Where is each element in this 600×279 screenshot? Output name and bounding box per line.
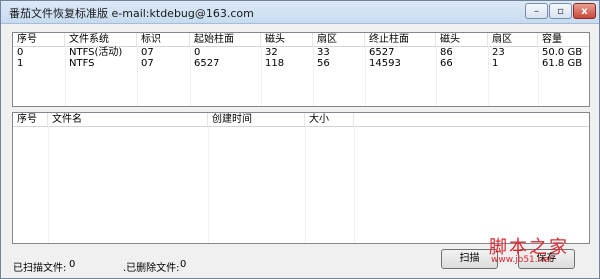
cell-start-sector: 33	[317, 47, 330, 58]
cell-start-cylinder: 0	[194, 47, 201, 58]
file-list[interactable]: 序号 文件名 创建时间 大小	[12, 112, 590, 244]
maximize-button[interactable]: ▫	[549, 3, 572, 19]
close-button[interactable]: x	[573, 3, 596, 19]
col-file-index[interactable]: 序号	[13, 113, 48, 126]
cell-filesystem: NTFS	[69, 58, 95, 69]
grid-line	[48, 126, 49, 243]
cell-end-sector: 1	[492, 58, 499, 69]
cell-capacity: 50.0 GB	[542, 47, 583, 58]
deleted-files-count: 0	[180, 259, 187, 270]
cell-end-head: 86	[440, 47, 453, 58]
title-bar: 番茄文件恢复标准版 e-mail:ktdebug@163.com – ▫ x	[1, 1, 599, 24]
col-end-head[interactable]: 磁头	[436, 33, 488, 46]
cell-index: 0	[17, 47, 24, 58]
col-end-sector[interactable]: 扇区	[488, 33, 538, 46]
app-window: 番茄文件恢复标准版 e-mail:ktdebug@163.com – ▫ x 序…	[0, 0, 600, 279]
minimize-button[interactable]: –	[525, 3, 548, 19]
col-file-name[interactable]: 文件名	[48, 113, 208, 126]
partition-row[interactable]: 0 NTFS(活动) 07 0 32 33 6527 86 23 50.0 GB	[13, 47, 589, 58]
cell-end-cylinder: 6527	[369, 47, 395, 58]
cell-filesystem: NTFS(活动)	[69, 47, 123, 58]
col-start-head[interactable]: 磁头	[261, 33, 313, 46]
cell-start-sector: 56	[317, 58, 330, 69]
cell-start-cylinder: 6527	[194, 58, 220, 69]
col-start-sector[interactable]: 扇区	[313, 33, 365, 46]
col-size[interactable]: 大小	[305, 113, 354, 126]
cell-flag: 07	[141, 47, 154, 58]
col-capacity[interactable]: 容量	[538, 33, 589, 46]
scanned-files-count: 0	[69, 259, 76, 270]
cell-start-head: 32	[265, 47, 278, 58]
col-end-cylinder[interactable]: 终止柱面	[365, 33, 436, 46]
maximize-icon: ▫	[557, 5, 564, 17]
scanned-files-label: 已扫描文件:	[13, 263, 67, 274]
cell-start-head: 118	[265, 58, 285, 69]
cell-flag: 07	[141, 58, 154, 69]
cell-end-head: 66	[440, 58, 453, 69]
grid-line	[305, 126, 306, 243]
deleted-files-label: .已删除文件:	[123, 263, 180, 274]
grid-line	[208, 126, 209, 243]
window-title: 番茄文件恢复标准版 e-mail:ktdebug@163.com	[9, 7, 254, 20]
col-created-time[interactable]: 创建时间	[208, 113, 305, 126]
cell-end-cylinder: 14593	[369, 58, 401, 69]
col-flag[interactable]: 标识	[137, 33, 190, 46]
file-list-header: 序号 文件名 创建时间 大小	[13, 113, 589, 127]
partition-row[interactable]: 1 NTFS 07 6527 118 56 14593 66 1 61.8 GB	[13, 58, 589, 69]
cell-capacity: 61.8 GB	[542, 58, 583, 69]
cell-index: 1	[17, 58, 24, 69]
col-filesystem[interactable]: 文件系统	[65, 33, 137, 46]
col-start-cylinder[interactable]: 起始柱面	[190, 33, 261, 46]
partition-list[interactable]: 序号 文件系统 标识 起始柱面 磁头 扇区 终止柱面 磁头 扇区 容量 0 NT…	[12, 32, 590, 107]
watermark-url: www.jb51.net	[491, 255, 553, 265]
grid-line	[354, 126, 355, 243]
minimize-icon: –	[534, 5, 539, 17]
cell-end-sector: 23	[492, 47, 505, 58]
col-index[interactable]: 序号	[13, 33, 65, 46]
partition-list-header: 序号 文件系统 标识 起始柱面 磁头 扇区 终止柱面 磁头 扇区 容量	[13, 33, 589, 47]
close-icon: x	[581, 5, 588, 17]
